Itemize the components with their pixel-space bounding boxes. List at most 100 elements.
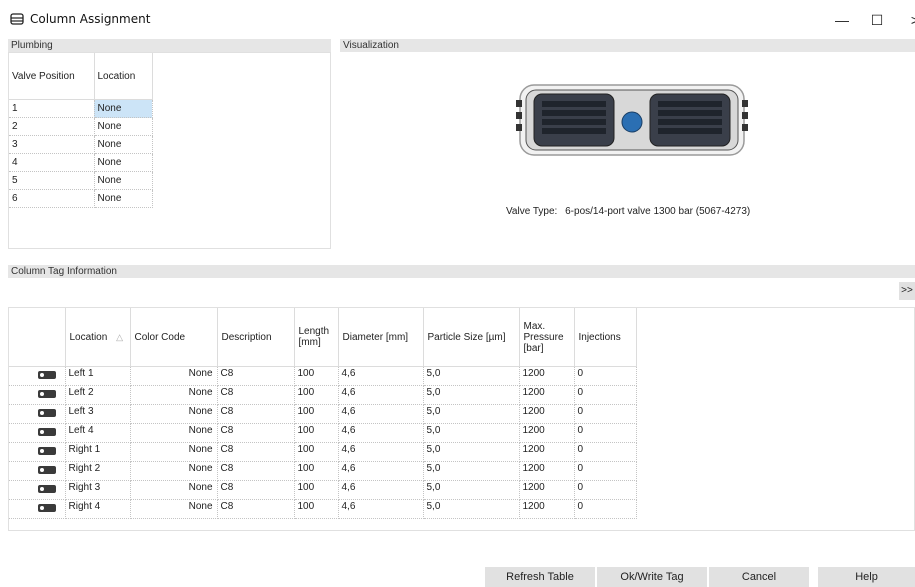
location-column-header[interactable]: Location △	[65, 308, 131, 367]
length-cell[interactable]: 100	[294, 461, 339, 481]
injections-cell[interactable]: 0	[574, 423, 637, 443]
row-header[interactable]	[9, 480, 66, 500]
particle-size-column-header[interactable]: Particle Size [µm]	[423, 308, 520, 367]
valve-position-cell[interactable]: 4	[9, 153, 95, 172]
color-code-cell[interactable]: None	[130, 423, 218, 443]
injections-cell[interactable]: 0	[574, 442, 637, 462]
close-button[interactable]: >	[895, 8, 915, 32]
particle-size-cell[interactable]: 5,0	[423, 385, 520, 405]
diameter-column-header[interactable]: Diameter [mm]	[338, 308, 424, 367]
row-header[interactable]	[9, 385, 66, 405]
color-code-cell[interactable]: None	[130, 499, 218, 519]
particle-size-cell[interactable]: 5,0	[423, 461, 520, 481]
location-cell[interactable]: None	[94, 153, 153, 172]
valve-position-cell[interactable]: 2	[9, 117, 95, 136]
row-header[interactable]	[9, 423, 66, 443]
max-pressure-column-header[interactable]: Max. Pressure [bar]	[519, 308, 575, 367]
diameter-cell[interactable]: 4,6	[338, 404, 424, 424]
color-code-cell[interactable]: None	[130, 480, 218, 500]
particle-size-cell[interactable]: 5,0	[423, 499, 520, 519]
table-row[interactable]: Left 4 None C8 100 4,6 5,0 1200 0	[9, 423, 637, 443]
location-cell[interactable]: Left 3	[65, 404, 131, 424]
table-row[interactable]: Right 4 None C8 100 4,6 5,0 1200 0	[9, 499, 637, 519]
diameter-cell[interactable]: 4,6	[338, 461, 424, 481]
location-cell[interactable]: None	[94, 189, 153, 208]
location-cell[interactable]: Left 2	[65, 385, 131, 405]
valve-position-cell[interactable]: 5	[9, 171, 95, 190]
location-cell[interactable]: None	[94, 171, 153, 190]
injections-cell[interactable]: 0	[574, 366, 637, 386]
description-column-header[interactable]: Description	[217, 308, 295, 367]
location-cell[interactable]: Left 1	[65, 366, 131, 386]
length-cell[interactable]: 100	[294, 366, 339, 386]
injections-cell[interactable]: 0	[574, 385, 637, 405]
description-cell[interactable]: C8	[217, 499, 295, 519]
max-pressure-cell[interactable]: 1200	[519, 404, 575, 424]
ok-write-tag-button[interactable]: Ok/Write Tag	[597, 567, 707, 587]
particle-size-cell[interactable]: 5,0	[423, 404, 520, 424]
table-row[interactable]: 3 None	[9, 135, 153, 154]
length-cell[interactable]: 100	[294, 404, 339, 424]
help-button[interactable]: Help	[818, 567, 915, 587]
table-row[interactable]: Right 3 None C8 100 4,6 5,0 1200 0	[9, 480, 637, 500]
row-header[interactable]	[9, 366, 66, 386]
length-cell[interactable]: 100	[294, 499, 339, 519]
table-row[interactable]: Right 1 None C8 100 4,6 5,0 1200 0	[9, 442, 637, 462]
row-header[interactable]	[9, 442, 66, 462]
max-pressure-cell[interactable]: 1200	[519, 366, 575, 386]
injections-cell[interactable]: 0	[574, 461, 637, 481]
valve-position-cell[interactable]: 3	[9, 135, 95, 154]
row-header[interactable]	[9, 404, 66, 424]
particle-size-cell[interactable]: 5,0	[423, 366, 520, 386]
color-code-column-header[interactable]: Color Code	[130, 308, 218, 367]
diameter-cell[interactable]: 4,6	[338, 442, 424, 462]
diameter-cell[interactable]: 4,6	[338, 385, 424, 405]
expand-button[interactable]: >>	[899, 282, 915, 300]
location-cell[interactable]: Left 4	[65, 423, 131, 443]
location-cell[interactable]: None	[94, 135, 153, 154]
maximize-button[interactable]: ☐	[857, 8, 897, 32]
length-cell[interactable]: 100	[294, 480, 339, 500]
refresh-table-button[interactable]: Refresh Table	[485, 567, 595, 587]
location-cell[interactable]: None	[94, 117, 153, 136]
valve-position-cell[interactable]: 1	[9, 99, 95, 118]
particle-size-cell[interactable]: 5,0	[423, 423, 520, 443]
length-cell[interactable]: 100	[294, 385, 339, 405]
location-cell[interactable]: Right 4	[65, 499, 131, 519]
location-cell[interactable]: Right 2	[65, 461, 131, 481]
max-pressure-cell[interactable]: 1200	[519, 461, 575, 481]
description-cell[interactable]: C8	[217, 423, 295, 443]
table-row[interactable]: 1 None	[9, 99, 153, 118]
injections-cell[interactable]: 0	[574, 404, 637, 424]
length-column-header[interactable]: Length [mm]	[294, 308, 339, 367]
length-cell[interactable]: 100	[294, 423, 339, 443]
description-cell[interactable]: C8	[217, 404, 295, 424]
description-cell[interactable]: C8	[217, 442, 295, 462]
location-header[interactable]: Location	[94, 53, 153, 100]
max-pressure-cell[interactable]: 1200	[519, 423, 575, 443]
description-cell[interactable]: C8	[217, 480, 295, 500]
max-pressure-cell[interactable]: 1200	[519, 480, 575, 500]
table-row[interactable]: Left 3 None C8 100 4,6 5,0 1200 0	[9, 404, 637, 424]
minimize-button[interactable]: —	[822, 8, 862, 32]
diameter-cell[interactable]: 4,6	[338, 499, 424, 519]
diameter-cell[interactable]: 4,6	[338, 480, 424, 500]
color-code-cell[interactable]: None	[130, 366, 218, 386]
diameter-cell[interactable]: 4,6	[338, 366, 424, 386]
table-row[interactable]: Left 2 None C8 100 4,6 5,0 1200 0	[9, 385, 637, 405]
table-row[interactable]: 2 None	[9, 117, 153, 136]
row-header[interactable]	[9, 461, 66, 481]
table-row[interactable]: 5 None	[9, 171, 153, 190]
particle-size-cell[interactable]: 5,0	[423, 480, 520, 500]
max-pressure-cell[interactable]: 1200	[519, 499, 575, 519]
location-cell[interactable]: Right 1	[65, 442, 131, 462]
length-cell[interactable]: 100	[294, 442, 339, 462]
description-cell[interactable]: C8	[217, 385, 295, 405]
max-pressure-cell[interactable]: 1200	[519, 385, 575, 405]
valve-position-cell[interactable]: 6	[9, 189, 95, 208]
max-pressure-cell[interactable]: 1200	[519, 442, 575, 462]
description-cell[interactable]: C8	[217, 461, 295, 481]
injections-column-header[interactable]: Injections	[574, 308, 637, 367]
table-row[interactable]: 4 None	[9, 153, 153, 172]
cancel-button[interactable]: Cancel	[709, 567, 809, 587]
